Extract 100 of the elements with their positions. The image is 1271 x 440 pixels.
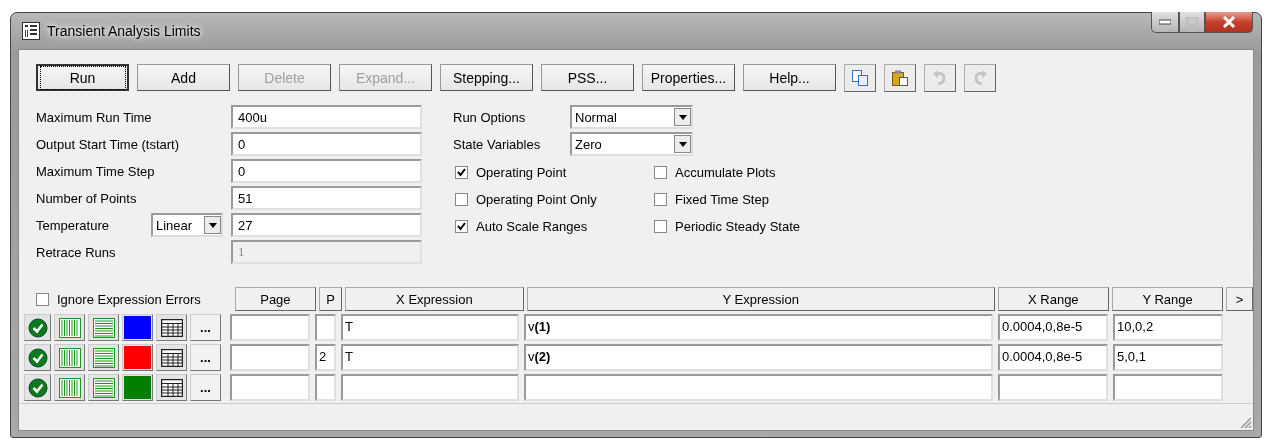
table-cell[interactable] bbox=[341, 374, 519, 401]
checkbox-label: Ignore Expression Errors bbox=[57, 291, 201, 307]
input-field[interactable]: 0 bbox=[231, 132, 422, 156]
vertical-grid-icon bbox=[58, 317, 81, 338]
horizontal-grid-icon bbox=[92, 317, 115, 338]
field-label: Temperature bbox=[36, 217, 110, 233]
table-cell[interactable]: 0.0004,0,8e-5 bbox=[998, 344, 1108, 371]
column-header[interactable]: X Range bbox=[997, 287, 1109, 311]
app-icon bbox=[22, 22, 40, 40]
more-button[interactable]: ... bbox=[190, 344, 221, 371]
table-cell[interactable] bbox=[1113, 374, 1223, 401]
horizontal-lines-button[interactable] bbox=[88, 314, 119, 341]
redo-icon bbox=[972, 69, 988, 87]
dropdown-label: Run Options bbox=[453, 109, 527, 125]
table-cell[interactable]: 10,0,2 bbox=[1113, 314, 1223, 341]
checkbox-label: Accumulate Plots bbox=[675, 165, 776, 180]
toolbar-button[interactable]: Properties... bbox=[642, 64, 735, 91]
field-label: Output Start Time (tstart) bbox=[36, 136, 181, 152]
checkbox[interactable] bbox=[654, 166, 667, 179]
checkbox-label: Fixed Time Step bbox=[675, 192, 769, 207]
window-title: Transient Analysis Limits bbox=[47, 23, 201, 39]
vertical-grid-icon bbox=[58, 377, 81, 398]
field-label: Retrace Runs bbox=[36, 244, 117, 260]
column-header[interactable]: P bbox=[319, 287, 342, 311]
horizontal-lines-button[interactable] bbox=[88, 344, 119, 371]
toolbar-button[interactable]: Run bbox=[36, 64, 129, 91]
copy-button[interactable] bbox=[844, 64, 876, 92]
paste-icon bbox=[891, 69, 909, 87]
close-icon bbox=[1222, 16, 1236, 28]
enable-toggle[interactable] bbox=[24, 314, 51, 341]
vertical-lines-button[interactable] bbox=[54, 344, 85, 371]
dropdown[interactable]: Normal bbox=[570, 105, 693, 129]
table-cell[interactable] bbox=[315, 374, 336, 401]
checkbox-label: Operating Point bbox=[476, 165, 567, 180]
table-cell[interactable] bbox=[230, 374, 310, 401]
toolbar-button[interactable]: Add bbox=[137, 64, 230, 91]
checkbox[interactable] bbox=[455, 193, 468, 206]
check-circle-icon bbox=[27, 347, 48, 368]
more-button[interactable]: ... bbox=[190, 314, 221, 341]
close-button[interactable] bbox=[1205, 12, 1253, 33]
horizontal-grid-icon bbox=[92, 347, 115, 368]
vertical-lines-button[interactable] bbox=[54, 374, 85, 401]
table-cell[interactable] bbox=[230, 314, 310, 341]
table-cell[interactable] bbox=[998, 374, 1108, 401]
checkbox[interactable] bbox=[654, 220, 667, 233]
checkbox[interactable] bbox=[36, 292, 49, 306]
dropdown-label: State Variables bbox=[453, 136, 542, 152]
vertical-lines-button[interactable] bbox=[54, 314, 85, 341]
checkbox-label: Auto Scale Ranges bbox=[476, 219, 588, 234]
table-cell[interactable]: 0.0004,0,8e-5 bbox=[998, 314, 1108, 341]
table-cell[interactable] bbox=[524, 374, 993, 401]
table-icon bbox=[160, 318, 183, 337]
input-field[interactable]: 27 bbox=[231, 213, 422, 237]
column-header[interactable]: X Expression bbox=[345, 287, 524, 311]
column-header[interactable]: Y Range bbox=[1111, 287, 1224, 311]
table-cell[interactable] bbox=[315, 314, 336, 341]
copy-icon bbox=[851, 69, 869, 87]
resize-grip-icon bbox=[1238, 415, 1252, 429]
table-cell[interactable]: 2 bbox=[315, 344, 336, 371]
table-cell[interactable]: T bbox=[341, 314, 519, 341]
more-button[interactable]: ... bbox=[190, 374, 221, 401]
checkbox[interactable] bbox=[455, 220, 468, 233]
table-button[interactable] bbox=[156, 314, 187, 341]
undo-icon bbox=[932, 69, 948, 87]
checkbox-label: Periodic Steady State bbox=[675, 219, 801, 234]
minimize-button[interactable] bbox=[1151, 12, 1179, 33]
table-button[interactable] bbox=[156, 344, 187, 371]
table-cell[interactable]: v(2) bbox=[524, 344, 993, 371]
check-circle-icon bbox=[27, 377, 48, 398]
toolbar-button[interactable]: PSS... bbox=[541, 64, 634, 91]
table-cell[interactable]: 5,0,1 bbox=[1113, 344, 1223, 371]
toolbar-button[interactable]: Help... bbox=[743, 64, 836, 91]
input-field[interactable]: 0 bbox=[231, 159, 422, 183]
table-button[interactable] bbox=[156, 374, 187, 401]
minimize-icon bbox=[1159, 19, 1171, 25]
checkbox-label: Operating Point Only bbox=[476, 192, 597, 207]
field-label: Maximum Time Step bbox=[36, 163, 156, 179]
horizontal-grid-icon bbox=[92, 377, 115, 398]
table-icon bbox=[160, 378, 183, 397]
maximize-icon bbox=[1186, 17, 1198, 27]
column-header[interactable]: Y Expression bbox=[526, 287, 995, 311]
horizontal-lines-button[interactable] bbox=[88, 374, 119, 401]
table-cell[interactable]: T bbox=[341, 344, 519, 371]
more-columns-button[interactable]: > bbox=[1226, 287, 1254, 311]
paste-button[interactable] bbox=[884, 64, 916, 92]
column-header[interactable]: Page bbox=[234, 287, 317, 311]
input-field[interactable]: 51 bbox=[231, 186, 422, 210]
maximize-button[interactable] bbox=[1179, 12, 1205, 33]
enable-toggle[interactable] bbox=[24, 344, 51, 371]
enable-toggle[interactable] bbox=[24, 374, 51, 401]
table-cell[interactable] bbox=[230, 344, 310, 371]
field-label: Number of Points bbox=[36, 190, 138, 206]
checkbox[interactable] bbox=[455, 166, 468, 179]
table-cell[interactable]: v(1) bbox=[524, 314, 993, 341]
checkbox[interactable] bbox=[654, 193, 667, 206]
field-label: Maximum Run Time bbox=[36, 109, 153, 125]
input-field[interactable]: 400u bbox=[231, 105, 422, 129]
mode-dropdown[interactable]: Linear bbox=[151, 213, 223, 237]
dropdown[interactable]: Zero bbox=[570, 132, 693, 156]
toolbar-button[interactable]: Stepping... bbox=[440, 64, 533, 91]
